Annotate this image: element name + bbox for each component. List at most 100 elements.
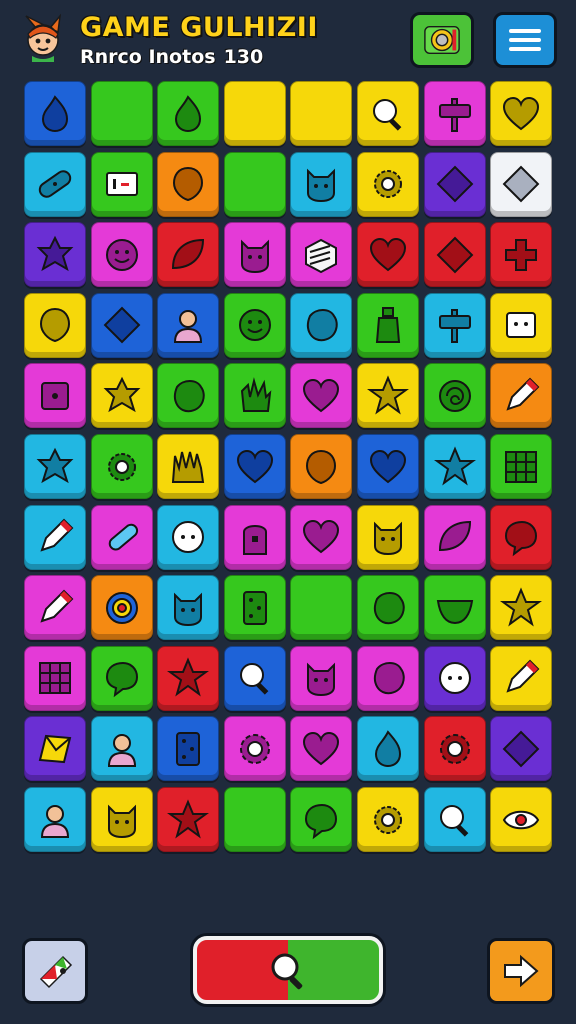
- tile[interactable]: [357, 575, 419, 641]
- tile[interactable]: [290, 363, 353, 429]
- tile[interactable]: [423, 81, 486, 146]
- tile[interactable]: [90, 363, 153, 429]
- tile[interactable]: [90, 292, 153, 358]
- tile[interactable]: [157, 716, 220, 782]
- tile[interactable]: [490, 434, 553, 499]
- hamburger-menu-icon: [509, 29, 541, 51]
- diamond-icon: [502, 165, 540, 203]
- star-icon: [167, 657, 210, 697]
- tile[interactable]: [157, 787, 220, 852]
- tile[interactable]: [24, 81, 86, 146]
- tile[interactable]: [290, 292, 353, 358]
- tile[interactable]: [290, 151, 353, 217]
- tile[interactable]: [157, 222, 220, 288]
- tile[interactable]: [90, 716, 153, 782]
- tile[interactable]: [24, 434, 86, 499]
- tile[interactable]: [90, 434, 153, 499]
- tile[interactable]: [423, 222, 486, 288]
- tile[interactable]: [24, 575, 86, 641]
- tile[interactable]: [357, 363, 419, 429]
- tile[interactable]: [90, 645, 153, 711]
- tile[interactable]: [24, 363, 86, 429]
- tile[interactable]: [423, 151, 486, 217]
- tile[interactable]: [290, 645, 353, 711]
- tile[interactable]: [24, 645, 86, 711]
- tile[interactable]: [490, 716, 553, 782]
- tile[interactable]: [157, 645, 220, 711]
- tile[interactable]: [490, 575, 553, 641]
- player-avatar[interactable]: [18, 12, 68, 62]
- tile[interactable]: [157, 292, 220, 358]
- tile[interactable]: [90, 151, 153, 217]
- tile[interactable]: [423, 716, 486, 782]
- next-button[interactable]: [487, 938, 555, 1004]
- search-button[interactable]: [193, 936, 383, 1004]
- tile[interactable]: [490, 504, 553, 570]
- tile[interactable]: [223, 434, 286, 499]
- settings-button[interactable]: [410, 12, 474, 68]
- menu-button[interactable]: [493, 12, 557, 68]
- tile[interactable]: [90, 787, 153, 852]
- tile[interactable]: [223, 363, 286, 429]
- diamond-icon: [436, 165, 473, 203]
- tile[interactable]: [357, 292, 419, 358]
- tile[interactable]: [223, 787, 286, 852]
- tile[interactable]: [423, 575, 486, 641]
- tile[interactable]: [423, 363, 486, 429]
- flame-icon: [41, 94, 69, 132]
- tile[interactable]: [223, 81, 286, 146]
- hint-button[interactable]: [22, 938, 88, 1004]
- tile[interactable]: [490, 363, 553, 429]
- tile[interactable]: [290, 716, 353, 782]
- tile[interactable]: [490, 81, 553, 146]
- tile[interactable]: [290, 222, 353, 288]
- tile[interactable]: [24, 292, 86, 358]
- tile[interactable]: [357, 151, 419, 217]
- tile[interactable]: [223, 292, 286, 358]
- tile[interactable]: [157, 434, 220, 499]
- tile[interactable]: [290, 787, 353, 852]
- tile[interactable]: [223, 222, 286, 288]
- tile[interactable]: [24, 716, 86, 782]
- tile[interactable]: [490, 292, 553, 358]
- tile[interactable]: [223, 575, 286, 641]
- tile[interactable]: [24, 222, 86, 288]
- tile[interactable]: [357, 645, 419, 711]
- tile[interactable]: [223, 645, 286, 711]
- tile[interactable]: [357, 504, 419, 570]
- tile[interactable]: [157, 504, 220, 570]
- tile[interactable]: [290, 434, 353, 499]
- tile[interactable]: [90, 575, 153, 641]
- tile[interactable]: [90, 222, 153, 288]
- tile[interactable]: [423, 504, 486, 570]
- tile[interactable]: [157, 363, 220, 429]
- tile[interactable]: [157, 81, 220, 146]
- tile[interactable]: [423, 787, 486, 852]
- tile[interactable]: [423, 645, 486, 711]
- tile[interactable]: [157, 575, 220, 641]
- tile[interactable]: [357, 787, 419, 852]
- tile[interactable]: [290, 81, 353, 146]
- tile[interactable]: [24, 151, 86, 217]
- tile[interactable]: [357, 222, 419, 288]
- leaf-icon: [438, 521, 471, 552]
- tile[interactable]: [24, 504, 86, 570]
- tile[interactable]: [90, 81, 153, 146]
- tile[interactable]: [490, 151, 553, 217]
- tile[interactable]: [24, 787, 86, 852]
- tile[interactable]: [357, 434, 419, 499]
- tile[interactable]: [423, 292, 486, 358]
- tile[interactable]: [223, 504, 286, 570]
- tile[interactable]: [90, 504, 153, 570]
- tile[interactable]: [223, 716, 286, 782]
- tile[interactable]: [157, 151, 220, 217]
- tile[interactable]: [357, 81, 419, 146]
- tile[interactable]: [490, 222, 553, 288]
- tile[interactable]: [290, 504, 353, 570]
- tile[interactable]: [357, 716, 419, 782]
- tile[interactable]: [423, 434, 486, 499]
- tile[interactable]: [223, 151, 286, 217]
- tile[interactable]: [290, 575, 353, 641]
- tile[interactable]: [490, 787, 553, 852]
- tile[interactable]: [490, 645, 553, 711]
